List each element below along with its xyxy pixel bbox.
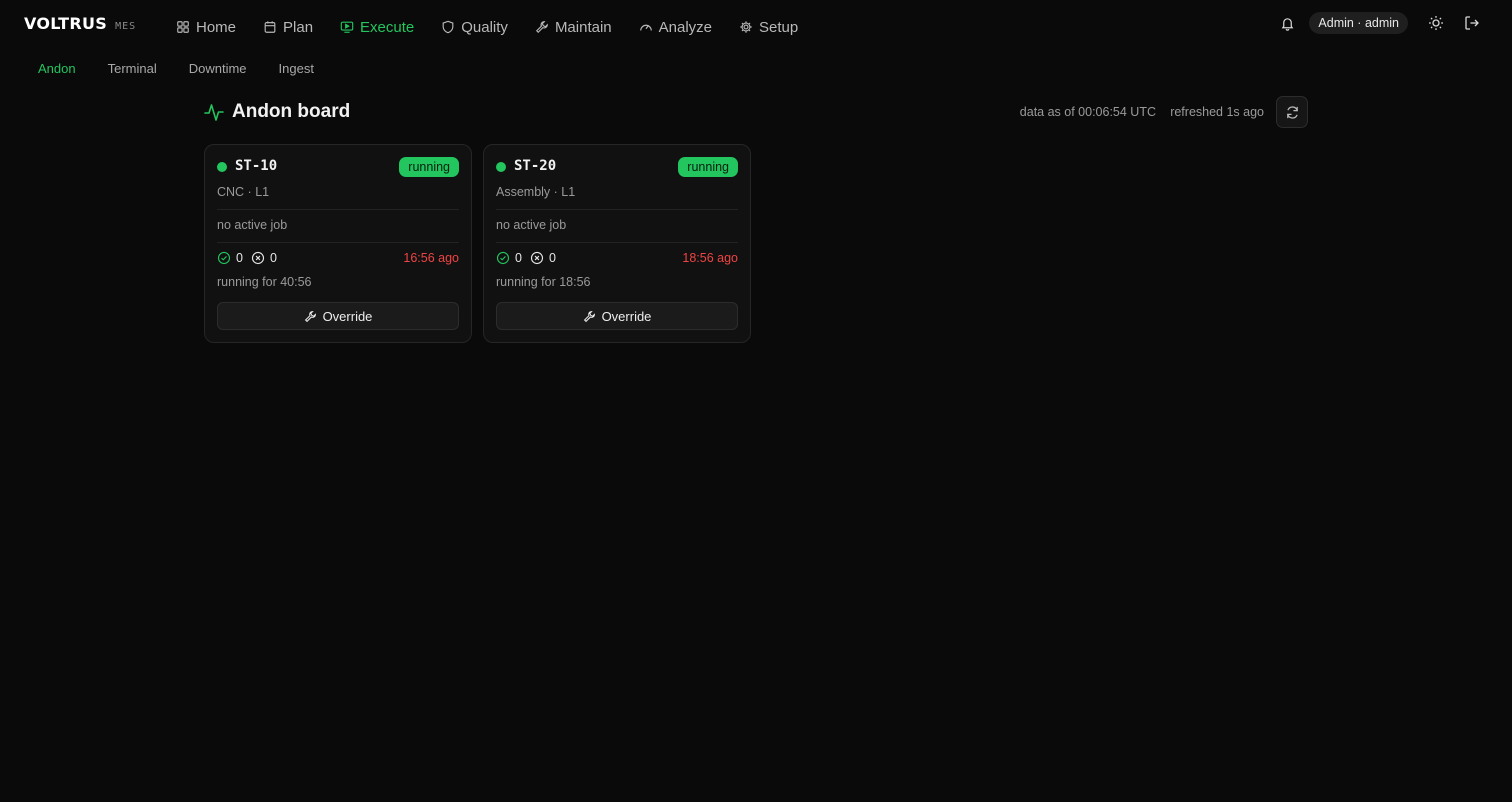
good-count: 0 — [236, 251, 243, 265]
wrench-icon — [304, 310, 316, 322]
running-for: running for 40:56 — [217, 275, 312, 289]
counts: 0 0 — [496, 251, 564, 265]
check-circle-icon — [496, 251, 510, 265]
sun-icon — [1429, 16, 1443, 30]
nav-maintain[interactable]: Maintain — [535, 16, 612, 38]
refreshed-status: refreshed 1s ago — [1170, 105, 1264, 119]
notifications-button[interactable] — [1279, 15, 1295, 31]
divider — [496, 209, 738, 210]
subnav-andon[interactable]: Andon — [38, 61, 76, 76]
override-button[interactable]: Override — [496, 302, 738, 330]
nav-plan-label: Plan — [283, 18, 314, 36]
last-event-ago: 16:56 ago — [403, 251, 459, 265]
theme-toggle-button[interactable] — [1428, 15, 1444, 31]
active-job: no active job — [496, 218, 567, 232]
page-title: Andon board — [232, 101, 351, 122]
brand-sub: MES — [115, 21, 137, 32]
logout-button[interactable] — [1464, 15, 1480, 31]
status-dot — [496, 162, 506, 172]
nav-plan[interactable]: Plan — [263, 16, 313, 38]
subnav-terminal[interactable]: Terminal — [108, 61, 157, 76]
status-badge: running — [399, 157, 459, 177]
wrench-icon — [535, 21, 548, 34]
refresh-icon — [1286, 105, 1298, 119]
user-label: Admin · admin — [1318, 16, 1399, 30]
nav-maintain-label: Maintain — [554, 18, 612, 36]
status-badge: running — [678, 157, 738, 177]
activity-icon — [204, 104, 224, 121]
x-circle-icon — [530, 251, 544, 265]
status-dot — [217, 162, 227, 172]
counts: 0 0 — [217, 251, 285, 265]
station-meta: CNC · L1 — [217, 185, 270, 199]
nav-execute[interactable]: Execute — [340, 16, 414, 38]
bell-icon — [1281, 17, 1294, 31]
override-label: Override — [601, 308, 652, 324]
x-circle-icon — [251, 251, 265, 265]
scrap-count: 0 — [269, 251, 277, 265]
nav-quality[interactable]: Quality — [441, 16, 508, 38]
gauge-icon — [639, 24, 652, 31]
right-tools: Admin · admin — [1279, 12, 1480, 34]
nav-home[interactable]: Home — [176, 16, 236, 38]
nav-setup-label: Setup — [759, 18, 799, 36]
shield-icon — [442, 20, 454, 34]
running-for: running for 18:56 — [496, 275, 591, 289]
nav-analyze-label: Analyze — [658, 18, 713, 36]
grid-icon — [177, 21, 189, 33]
nav-analyze[interactable]: Analyze — [639, 16, 712, 38]
brand-name: VOLTRUS — [24, 14, 108, 33]
nav-execute-label: Execute — [360, 18, 415, 36]
data-as-of: data as of 00:06:54 UTC — [1019, 105, 1156, 119]
override-label: Override — [322, 308, 373, 324]
gear-icon — [740, 21, 752, 33]
station-id: ST-20 — [514, 158, 557, 174]
station-card-st-20: ST-20 running Assembly · L1 no active jo… — [483, 144, 751, 343]
page-header: Andon board data as of 00:06:54 UTC refr… — [204, 96, 1308, 128]
calendar-icon — [264, 21, 276, 33]
wrench-icon — [583, 310, 595, 322]
scrap-count: 0 — [548, 251, 556, 265]
logout-icon — [1465, 16, 1479, 30]
station-card-st-10: ST-10 running CNC · L1 no active job 0 0… — [204, 144, 472, 343]
divider — [217, 242, 459, 243]
nav-setup[interactable]: Setup — [739, 16, 798, 38]
subnav-ingest[interactable]: Ingest — [279, 61, 314, 76]
last-event-ago: 18:56 ago — [682, 251, 738, 265]
good-count: 0 — [515, 251, 522, 265]
divider — [496, 242, 738, 243]
user-menu[interactable]: Admin · admin — [1309, 12, 1408, 34]
station-id: ST-10 — [235, 158, 278, 174]
sub-nav: Andon Terminal Downtime Ingest — [38, 61, 346, 76]
override-button[interactable]: Override — [217, 302, 459, 330]
nav-home-label: Home — [196, 18, 237, 36]
station-meta: Assembly · L1 — [496, 185, 576, 199]
brand-logo[interactable]: VOLTRUS MES — [24, 14, 136, 33]
refresh-button[interactable] — [1276, 96, 1308, 128]
divider — [217, 209, 459, 210]
check-circle-icon — [217, 251, 231, 265]
active-job: no active job — [217, 218, 288, 232]
subnav-downtime[interactable]: Downtime — [189, 61, 247, 76]
monitor-play-icon — [340, 21, 354, 33]
nav-quality-label: Quality — [461, 18, 508, 36]
top-bar: VOLTRUS MES Home Plan Execute Quality Ma… — [0, 0, 1512, 54]
main-nav: Home Plan Execute Quality Maintain Analy… — [176, 16, 825, 38]
